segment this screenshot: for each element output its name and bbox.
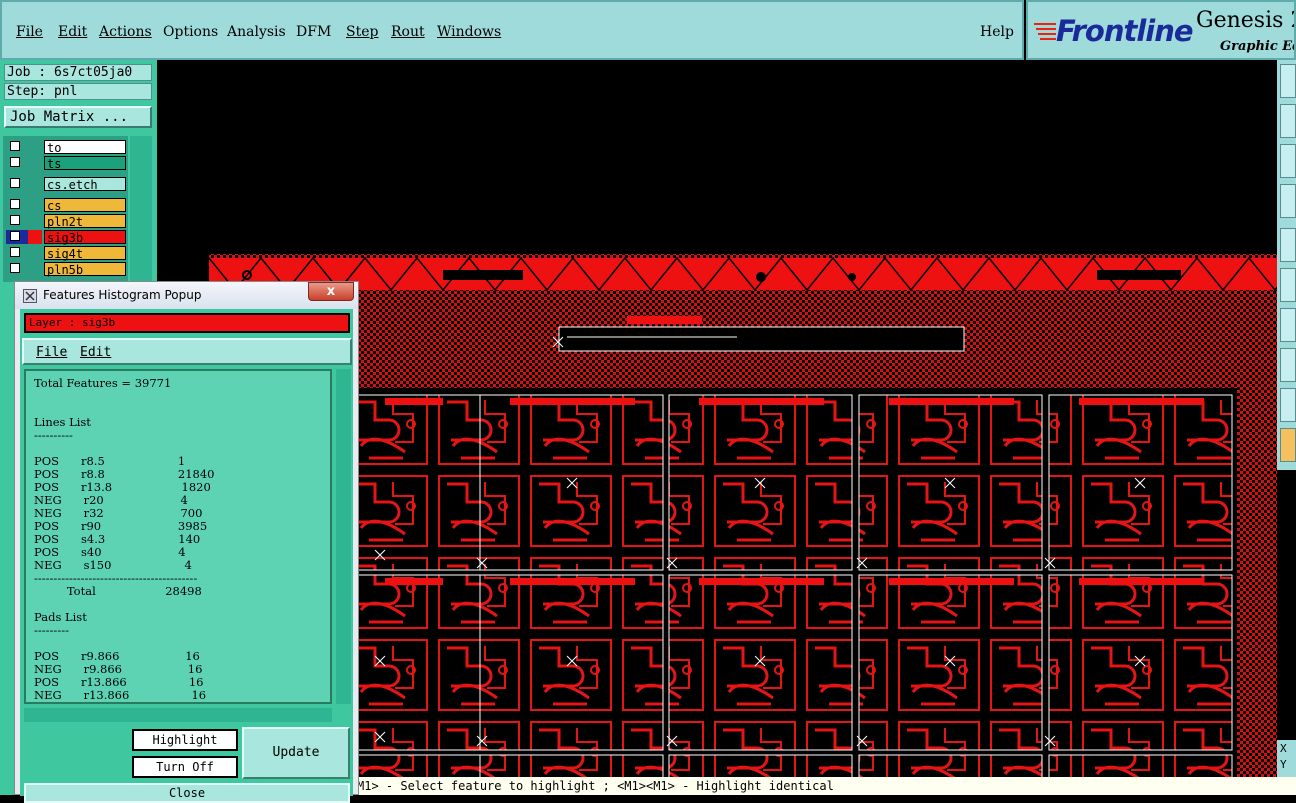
tool-button-1[interactable] [1280,64,1296,98]
histogram-text: Total Features = 39771 Lines List ------… [34,376,215,702]
layer-color-swatch [28,230,42,244]
menu-file[interactable]: File [16,24,43,40]
popup-menubar: File Edit [22,338,352,365]
popup-title: Features Histogram Popup [43,288,202,302]
title-block [558,326,965,352]
status-bar: M1> - Select feature to highlight ; <M1>… [357,777,1296,795]
layer-name[interactable]: pln2t [44,214,126,229]
right-toolbar: X Y [1277,60,1296,795]
layer-name[interactable]: ts [44,156,126,171]
popup-titlebar[interactable]: Features Histogram Popup x [15,282,358,309]
turn-off-button[interactable]: Turn Off [132,756,238,778]
layer-row-ts[interactable]: ts [6,156,126,171]
layer-checkbox[interactable] [10,141,20,151]
x-label: X [1280,742,1287,755]
menu-bar: File Edit Actions Options Analysis DFM S… [0,0,1024,60]
board-array [356,394,1233,777]
layer-name[interactable]: cs [44,198,126,213]
tool-button-7[interactable] [1280,308,1296,342]
menu-analysis[interactable]: Analysis [227,24,286,40]
layer-row-pln2t[interactable]: pln2t [6,214,126,229]
menu-windows[interactable]: Windows [437,24,501,40]
layer-field: Layer : sig3b [24,313,350,333]
tool-button-3[interactable] [1280,144,1296,178]
step-label: Step: pnl [4,83,152,100]
layer-checkbox[interactable] [10,231,20,241]
y-label: Y [1280,758,1287,771]
histogram-list[interactable]: Total Features = 39771 Lines List ------… [24,369,332,704]
layer-checkbox[interactable] [10,215,20,225]
tool-button-4[interactable] [1280,184,1296,218]
update-button[interactable]: Update [242,727,350,779]
highlight-button[interactable]: Highlight [132,729,238,751]
layer-row-sig3b[interactable]: sig3b [6,230,126,245]
job-matrix-button[interactable]: Job Matrix ... [4,106,152,128]
fiducial-bar-right [1097,270,1181,280]
frontline-logo: Frontline [1056,14,1194,48]
layer-row-cs.etch[interactable]: cs.etch [6,177,126,192]
histogram-horizontal-scrollbar[interactable] [24,708,332,722]
layer-checkbox[interactable] [10,199,20,209]
tool-button-8[interactable] [1280,348,1296,382]
tool-button-5[interactable] [1280,228,1296,262]
fiducial-bar-left [443,270,523,280]
close-button[interactable]: Close [24,783,350,803]
popup-body: Layer : sig3b File Edit Total Features =… [20,309,353,803]
layer-name[interactable]: sig3b [44,230,126,245]
popup-menu-file[interactable]: File [36,345,67,360]
layer-checkbox[interactable] [10,178,20,188]
menu-edit[interactable]: Edit [58,24,87,40]
histogram-vertical-scrollbar[interactable] [336,369,351,704]
menu-dfm[interactable]: DFM [296,24,331,40]
layer-checkbox[interactable] [10,157,20,167]
layer-row-to[interactable]: to [6,140,126,155]
layer-row-sig4t[interactable]: sig4t [6,246,126,261]
tool-button-6[interactable] [1280,268,1296,302]
tool-button-2[interactable] [1280,104,1296,138]
menu-actions[interactable]: Actions [99,24,152,40]
popup-menu-edit[interactable]: Edit [80,345,111,360]
menu-help[interactable]: Help [980,24,1014,40]
menu-step[interactable]: Step [346,24,378,40]
layer-checkbox[interactable] [10,263,20,273]
menu-options[interactable]: Options [163,24,218,40]
job-label: Job : 6s7ct05ja0 [4,64,152,81]
menu-rout[interactable]: Rout [391,24,425,40]
product-name: Genesis 2 [1196,8,1296,33]
fiducial-1 [756,272,766,282]
tool-button-9[interactable] [1280,388,1296,422]
layer-name[interactable]: to [44,140,126,155]
tool-button-10[interactable] [1280,428,1296,462]
product-subtitle: Graphic Edit [1220,39,1294,54]
title-tab [627,316,702,324]
layer-checkbox[interactable] [10,247,20,257]
branding-area: Frontline Genesis 2 Graphic Edit [1026,0,1296,60]
layer-list: to ts cs.etch cs pln2t sig3b sig4t pln5b [3,136,128,282]
fiducial-2 [848,273,856,281]
window-icon [23,289,37,303]
layer-row-cs[interactable]: cs [6,198,126,213]
layer-name[interactable]: sig4t [44,246,126,261]
frontline-logo-icon [1034,23,1056,40]
layer-list-scrollbar[interactable] [130,136,152,282]
layer-row-pln5b[interactable]: pln5b [6,262,126,277]
layer-name[interactable]: cs.etch [44,177,126,192]
layer-name[interactable]: pln5b [44,262,126,277]
close-window-button[interactable]: x [308,282,354,301]
features-histogram-popup: Features Histogram Popup x Layer : sig3b… [14,281,359,803]
